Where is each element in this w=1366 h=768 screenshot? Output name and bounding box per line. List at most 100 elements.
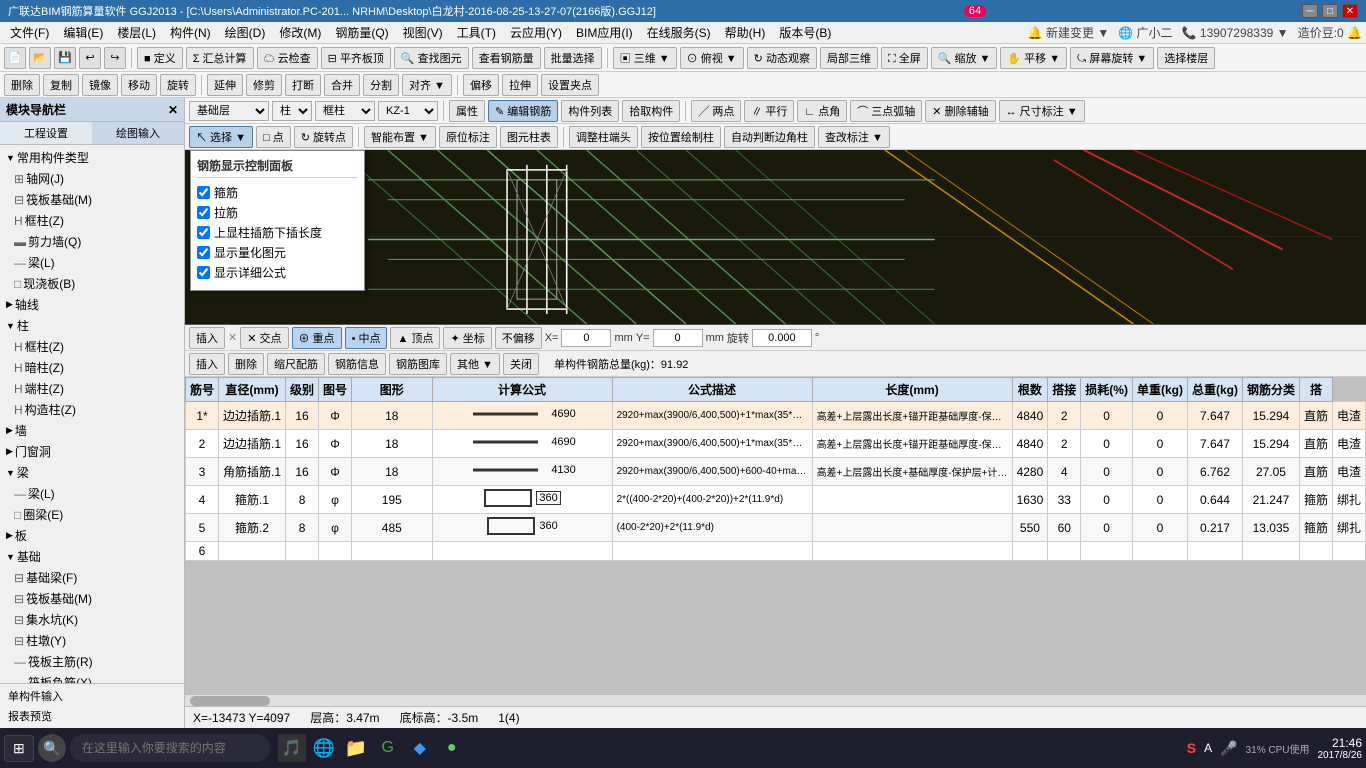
single-input-btn[interactable]: 单构件输入 [4,686,180,706]
table-row[interactable]: 4箍筋.18φ1953602*((400-2*20)+(400-2*20))+2… [186,486,1366,514]
app1-btn[interactable]: ◆ [406,734,434,762]
close-button[interactable]: ✕ [1342,4,1358,18]
midpoint-btn[interactable]: ⊕ 重点 [292,327,342,349]
parallel-btn[interactable]: ∥ 平行 [744,100,794,122]
batch-select-btn[interactable]: 批量选择 [544,47,602,69]
zoom-btn[interactable]: 🔍 缩放 ▼ [931,47,998,69]
sidebar-item-ringbeam[interactable]: □ 圈梁(E) [10,504,182,525]
menu-rebar-qty[interactable]: 钢筋量(Q) [329,22,394,43]
nav-group-openings[interactable]: ▶ 门窗洞 [2,441,182,462]
dynamic-view-btn[interactable]: ↻ 动态观察 [747,47,817,69]
merge-btn[interactable]: 合并 [324,74,360,96]
menu-online[interactable]: 在线服务(S) [641,22,717,43]
tie-checkbox[interactable] [197,206,210,219]
tray-mic[interactable]: 🎤 [1220,740,1237,757]
menu-floor[interactable]: 楼层(L) [111,22,162,43]
menu-help[interactable]: 帮助(H) [719,22,772,43]
component-type-select[interactable]: 柱 [272,101,312,121]
table-scrollbar[interactable] [185,694,1366,706]
other-btn[interactable]: 其他 ▼ [450,353,500,375]
menu-file[interactable]: 文件(F) [4,22,55,43]
project-settings-btn[interactable]: 工程设置 [0,122,92,144]
nav-group-slab[interactable]: ▶ 板 [2,525,182,546]
menu-draw[interactable]: 绘图(D) [219,22,272,43]
delete-rebar-btn[interactable]: 删除 [228,353,264,375]
local-3d-btn[interactable]: 局部三维 [820,47,878,69]
sidebar-item-constcol[interactable]: H 构造柱(Z) [10,399,182,420]
menu-edit[interactable]: 编辑(E) [57,22,109,43]
nav-group-common[interactable]: ▼ 常用构件类型 [2,147,182,168]
nav-group-axis[interactable]: ▶ 轴线 [2,294,182,315]
offset-btn[interactable]: 偏移 [463,74,499,96]
menu-tools[interactable]: 工具(T) [451,22,502,43]
check-insert-len[interactable]: 上显柱插筋下插长度 [197,224,358,241]
table-row[interactable]: 5箍筋.28φ485360(400-2*20)+2*(11.9*d)550600… [186,514,1366,542]
rebar-lib-btn[interactable]: 钢筋图库 [389,353,447,375]
sidebar-item-foundbeam[interactable]: ⊟ 基础梁(F) [10,567,182,588]
check-stirrup[interactable]: 箍筋 [197,184,358,201]
drawing-input-btn[interactable]: 绘图输入 [92,122,184,144]
new-btn[interactable]: 📄 [4,47,26,69]
pick-angle-btn[interactable]: ∟ 点角 [797,100,847,122]
rebar-info-btn[interactable]: 钢筋信息 [328,353,386,375]
sidebar-item-raftmain[interactable]: — 筏板主筋(R) [10,651,182,672]
sidebar-item-colbase[interactable]: ⊟ 柱墩(Y) [10,630,182,651]
cross-snap-btn[interactable]: ✕ 交点 [240,327,288,349]
table-row[interactable]: 1*边边插筋.116Φ1846902920+max(3900/6,400,500… [186,402,1366,430]
nav-group-wall[interactable]: ▶ 墙 [2,420,182,441]
formula-checkbox[interactable] [197,266,210,279]
sidebar-item-hidcol[interactable]: H 暗柱(Z) [10,357,182,378]
3d-btn[interactable]: ▣ 三维 ▼ [613,47,677,69]
sidebar-item-beam[interactable]: — 梁(L) [10,252,182,273]
sidebar-item-axis[interactable]: ⊞ 轴网(J) [10,168,182,189]
extend-btn[interactable]: 延伸 [207,74,243,96]
layer-select[interactable]: 基础层 [189,101,269,121]
check-mark-btn[interactable]: 查改标注 ▼ [818,126,890,148]
three-point-arc-btn[interactable]: ⌒ 三点弧轴 [850,100,922,122]
quantify-checkbox[interactable] [197,246,210,259]
menu-modify[interactable]: 修改(M) [273,22,327,43]
insert-rebar-btn[interactable]: 插入 [189,353,225,375]
original-mark-btn[interactable]: 原位标注 [439,126,497,148]
sidebar-item-wall[interactable]: ▬ 剪力墙(Q) [10,231,182,252]
search-circle-btn[interactable]: 🔍 [38,734,66,762]
properties-btn[interactable]: 属性 [449,100,485,122]
select-floor-btn[interactable]: 选择楼层 [1157,47,1215,69]
rotate-input[interactable] [752,329,812,347]
nav-group-foundation[interactable]: ▼ 基础 [2,546,182,567]
component-list-btn[interactable]: 构件列表 [561,100,619,122]
x-input[interactable] [561,329,611,347]
table-row[interactable]: 3角筋插筋.116Φ1841302920+max(3900/6,400,500)… [186,458,1366,486]
nav-group-col[interactable]: ▼ 柱 [2,315,182,336]
auto-corner-btn[interactable]: 自动判断边角柱 [724,126,815,148]
menu-cloud[interactable]: 云应用(Y) [504,22,568,43]
sidebar-item-raftneg[interactable]: — 筏板负筋(X) [10,672,182,683]
menu-version[interactable]: 版本号(B) [773,22,837,43]
scale-rebar-btn[interactable]: 缩尺配筋 [267,353,325,375]
sidebar-close[interactable]: ✕ [168,103,178,117]
menu-bim[interactable]: BIM应用(I) [570,22,639,43]
rotate-point-btn[interactable]: ↻ 旋转点 [294,126,353,148]
insert-snap-btn[interactable]: 插入 [189,327,225,349]
smart-layout-btn[interactable]: 智能布置 ▼ [364,126,436,148]
dim-mark-btn[interactable]: ↔ 尺寸标注 ▼ [999,100,1085,122]
y-input[interactable] [653,329,703,347]
sidebar-item-endcol[interactable]: H 端柱(Z) [10,378,182,399]
sidebar-item-beam2[interactable]: — 梁(L) [10,483,182,504]
insert-len-checkbox[interactable] [197,226,210,239]
rotate-btn[interactable]: ⤿ 屏幕旋转 ▼ [1070,47,1154,69]
menu-view[interactable]: 视图(V) [397,22,449,43]
table-row[interactable]: 6 [186,542,1366,561]
pick-component-btn[interactable]: 拾取构件 [622,100,680,122]
two-points-btn[interactable]: ╱ 两点 [691,100,741,122]
define-btn[interactable]: ■ 定义 [137,47,183,69]
undo-btn[interactable]: ↩ [79,47,101,69]
select-btn[interactable]: ↖ 选择 ▼ [189,126,253,148]
sidebar-item-slab[interactable]: □ 现浇板(B) [10,273,182,294]
sidebar-item-raft[interactable]: ⊟ 筏板基础(M) [10,189,182,210]
redo-btn[interactable]: ↪ [104,47,126,69]
edge-btn[interactable]: 🌐 [310,734,338,762]
divide-btn[interactable]: 分割 [363,74,399,96]
start-btn[interactable]: ⊞ [4,735,34,762]
pan-btn[interactable]: ✋ 平移 ▼ [1000,47,1067,69]
